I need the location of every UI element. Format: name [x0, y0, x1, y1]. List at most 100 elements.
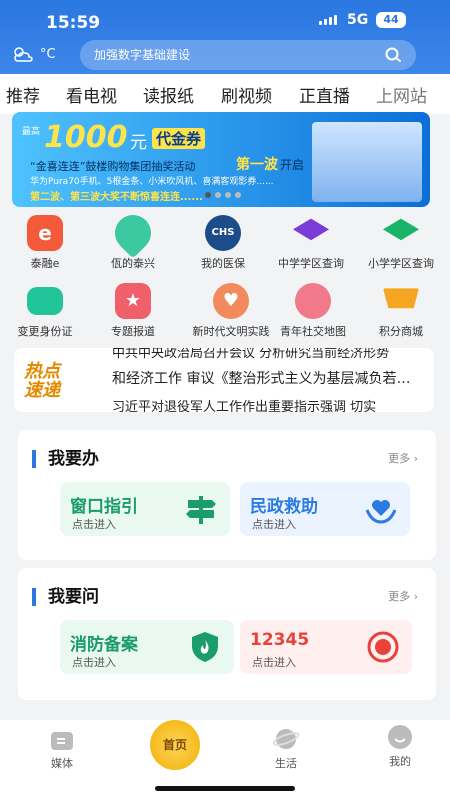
status-bar: 15:59 5G 44	[0, 0, 450, 40]
banner-wave: 第一波	[236, 157, 278, 173]
channel-tabs: 推荐 看电视 读报纸 刷视频 正直播 上网站	[0, 74, 450, 114]
signpost-icon	[186, 496, 216, 524]
news-line[interactable]: 习近平对退役军人工作作出重要指示强调 切实	[112, 396, 376, 412]
tab-video[interactable]: 刷视频	[221, 74, 272, 107]
tile-title: 民政救助	[250, 497, 318, 517]
banner-line1: “金喜连连”鼓楼购物集团抽奖活动	[30, 160, 196, 173]
star-report-icon: ★	[115, 283, 151, 319]
nav-label: 媒体	[51, 757, 73, 770]
profile-icon	[388, 725, 412, 749]
mall-building-image	[312, 122, 422, 202]
hot-news-ticker[interactable]: 热点 速递 中共中央政治局召开会议 分析研究当前经济形势 和经济工作 审议《整治…	[14, 348, 434, 412]
card-do-business: 我要办 更多 › 窗口指引 点击进入 民政救助 点击进入	[18, 430, 436, 560]
nav-home[interactable]: 首页	[145, 720, 205, 770]
fire-shield-icon	[192, 632, 218, 662]
nav-label: 我的	[389, 755, 411, 768]
tag-line1: 热点	[24, 361, 60, 382]
tab-website[interactable]: 上网站	[376, 74, 427, 107]
location-pin-icon	[107, 207, 159, 259]
people-icon	[295, 283, 331, 319]
nav-media[interactable]: 媒体	[32, 730, 92, 771]
cart-icon	[383, 288, 419, 309]
graduation-cap-green-icon	[383, 218, 419, 241]
id-card-icon	[27, 287, 63, 315]
more-link[interactable]: 更多 ›	[388, 588, 418, 604]
nav-label: 生活	[275, 757, 297, 770]
grid-label: 变更身份证	[17, 325, 73, 338]
tag-line2: 速递	[24, 380, 60, 401]
nav-life[interactable]: 生活	[256, 726, 316, 771]
hot-news-tag: 热点 速递	[24, 362, 84, 400]
tab-newspaper[interactable]: 读报纸	[143, 74, 194, 107]
banner-coupon: 代金券	[152, 128, 206, 149]
more-link[interactable]: 更多 ›	[388, 450, 418, 466]
card-ask: 我要问 更多 › 消防备案 点击进入 12345 点击进入	[18, 568, 436, 700]
banner-line2: 华为Pura70手机、5根金条、小米吹风机、喜满客观影券......	[30, 177, 274, 187]
grid-label: 泰融e	[30, 257, 60, 270]
grid-label: 新时代文明实践	[192, 325, 270, 338]
tile-subtitle: 点击进入	[252, 518, 296, 531]
grid-label: 积分商城	[379, 325, 423, 338]
grid-item-taironge[interactable]: e 泰融e	[0, 215, 90, 271]
banner-prefix: 最高	[22, 127, 41, 137]
tile-title: 消防备案	[70, 635, 138, 655]
tile-subtitle: 点击进入	[72, 518, 116, 531]
tile-civil-aid[interactable]: 民政救助 点击进入	[240, 482, 410, 536]
planet-icon	[272, 729, 300, 749]
banner-unit: 元	[130, 133, 147, 153]
hotline-icon	[367, 631, 399, 663]
taironge-icon: e	[27, 215, 63, 251]
grid-label: 专题报道	[111, 325, 155, 338]
news-line[interactable]: 和经济工作 审议《整治形式主义为基层减负若…	[112, 368, 410, 388]
battery-icon: 44	[376, 12, 406, 28]
card-title: 我要办	[32, 450, 99, 468]
network-type: 5G	[347, 12, 369, 28]
cloud-sun-icon	[14, 47, 33, 62]
grid-item-special-report[interactable]: ★ 专题报道	[88, 283, 178, 339]
grid-item-middle-school[interactable]: 中学学区查询	[266, 215, 356, 271]
home-icon: 首页	[150, 720, 200, 770]
tile-title: 窗口指引	[70, 497, 138, 517]
grid-item-id-card[interactable]: 变更身份证	[0, 283, 90, 339]
tile-subtitle: 点击进入	[72, 656, 116, 669]
carousel-dots	[205, 192, 241, 198]
tab-recommend[interactable]: 推荐	[6, 74, 40, 107]
tile-hotline-12345[interactable]: 12345 点击进入	[240, 620, 412, 674]
grid-label: 佤的泰兴	[111, 257, 155, 270]
grid-item-taixing[interactable]: 佤的泰兴	[88, 207, 178, 271]
search-input[interactable]: 加强数字基础建设	[80, 40, 416, 70]
grid-item-points-mall[interactable]: 积分商城	[356, 283, 446, 339]
grid-label: 我的医保	[201, 257, 245, 270]
heart-hands-icon: ♥	[213, 283, 249, 319]
grid-item-medical[interactable]: CHS 我的医保	[178, 215, 268, 271]
tile-fire-record[interactable]: 消防备案 点击进入	[60, 620, 234, 674]
media-icon	[51, 732, 73, 750]
status-time: 15:59	[46, 13, 101, 33]
nav-profile[interactable]: 我的	[370, 724, 430, 769]
grid-label: 中学学区查询	[278, 257, 344, 270]
grid-item-youth-map[interactable]: 青年社交地图	[268, 283, 358, 339]
tile-title: 12345	[250, 630, 310, 650]
tile-window-guide[interactable]: 窗口指引 点击进入	[60, 482, 230, 536]
news-line[interactable]: 中共中央政治局召开会议 分析研究当前经济形势	[112, 348, 389, 361]
grid-item-civilization[interactable]: ♥ 新时代文明实践	[186, 283, 276, 339]
home-indicator	[155, 786, 295, 791]
graduation-cap-icon	[293, 218, 329, 241]
banner-open: 开启	[280, 158, 305, 172]
chs-icon: CHS	[205, 215, 241, 251]
search-icon[interactable]	[384, 46, 402, 64]
hands-heart-icon	[365, 500, 397, 524]
grid-label: 小学学区查询	[368, 257, 434, 270]
grid-label: 青年社交地图	[280, 325, 346, 338]
signal-icon	[319, 15, 337, 25]
banner-line3: 第二波、第三波大奖不断惊喜连连......	[30, 192, 203, 203]
tab-tv[interactable]: 看电视	[66, 74, 117, 107]
weather-widget[interactable]: °C	[10, 44, 56, 64]
card-title: 我要问	[32, 588, 99, 606]
banner-amount: 1000	[44, 120, 128, 155]
search-placeholder: 加强数字基础建设	[94, 48, 191, 62]
temperature-unit: °C	[40, 46, 56, 62]
tile-subtitle: 点击进入	[252, 656, 296, 669]
grid-item-primary-school[interactable]: 小学学区查询	[356, 215, 446, 271]
tab-live[interactable]: 正直播	[299, 74, 350, 107]
